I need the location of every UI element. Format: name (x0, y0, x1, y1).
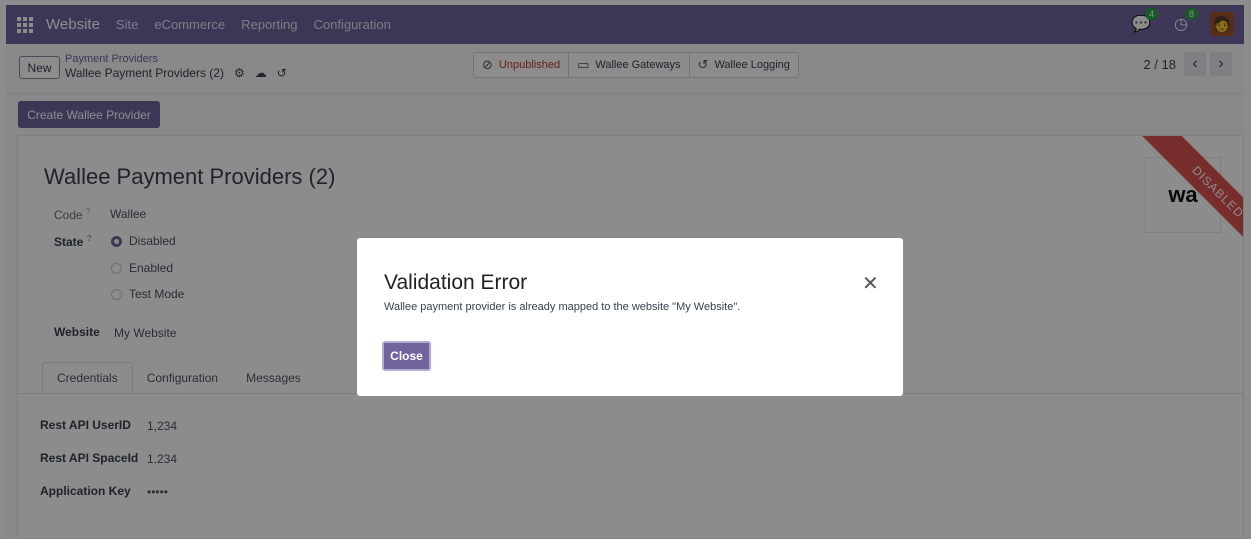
validation-error-dialog: Validation Error ✕ Wallee payment provid… (357, 238, 903, 396)
close-icon[interactable]: ✕ (862, 271, 879, 296)
dialog-message: Wallee payment provider is already mappe… (384, 301, 741, 313)
close-button[interactable]: Close (382, 341, 431, 371)
dialog-title: Validation Error (384, 271, 528, 294)
